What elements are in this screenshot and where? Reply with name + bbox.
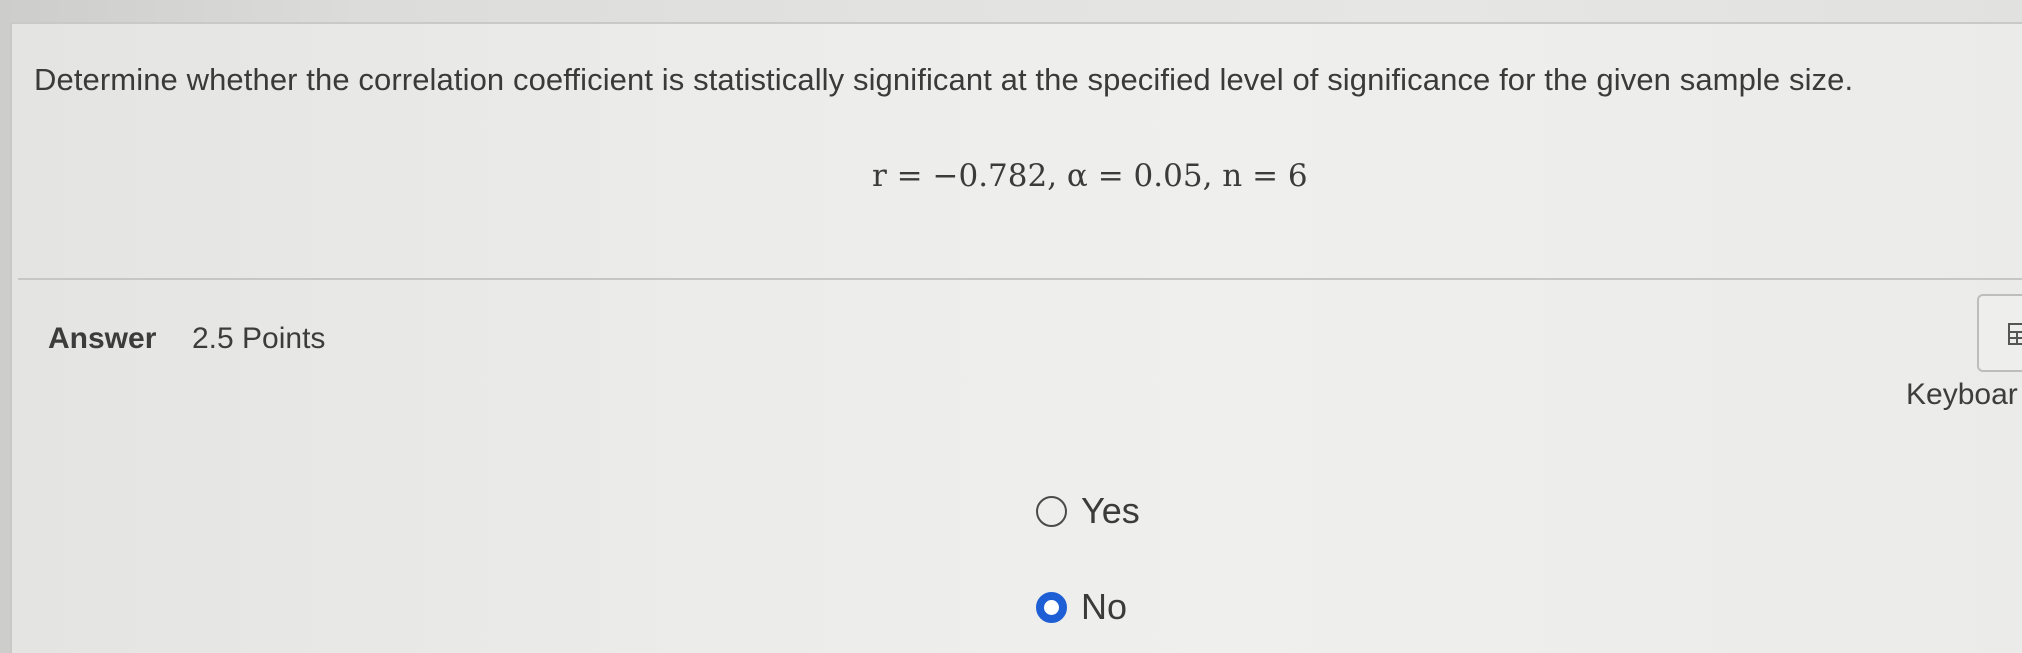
option-yes[interactable]: Yes — [1036, 490, 1140, 532]
points-label: 2.5 Points — [192, 322, 326, 355]
option-no-label[interactable]: No — [1081, 586, 1127, 628]
keyboard-button[interactable] — [1977, 294, 2022, 372]
screen: Determine whether the correlation coeffi… — [0, 0, 2022, 653]
option-yes-label[interactable]: Yes — [1081, 490, 1140, 532]
section-divider — [18, 278, 2022, 280]
question-prompt: Determine whether the correlation coeffi… — [34, 62, 1854, 97]
answer-label: Answer — [48, 322, 157, 355]
option-no[interactable]: No — [1036, 586, 1127, 628]
radio-yes[interactable] — [1036, 495, 1067, 527]
radio-no-selected[interactable] — [1036, 591, 1067, 623]
keyboard-label[interactable]: Keyboar — [1906, 378, 2018, 412]
keyboard-icon — [2008, 323, 2022, 345]
question-formula: r = −0.782, α = 0.05, n = 6 — [872, 158, 1308, 194]
